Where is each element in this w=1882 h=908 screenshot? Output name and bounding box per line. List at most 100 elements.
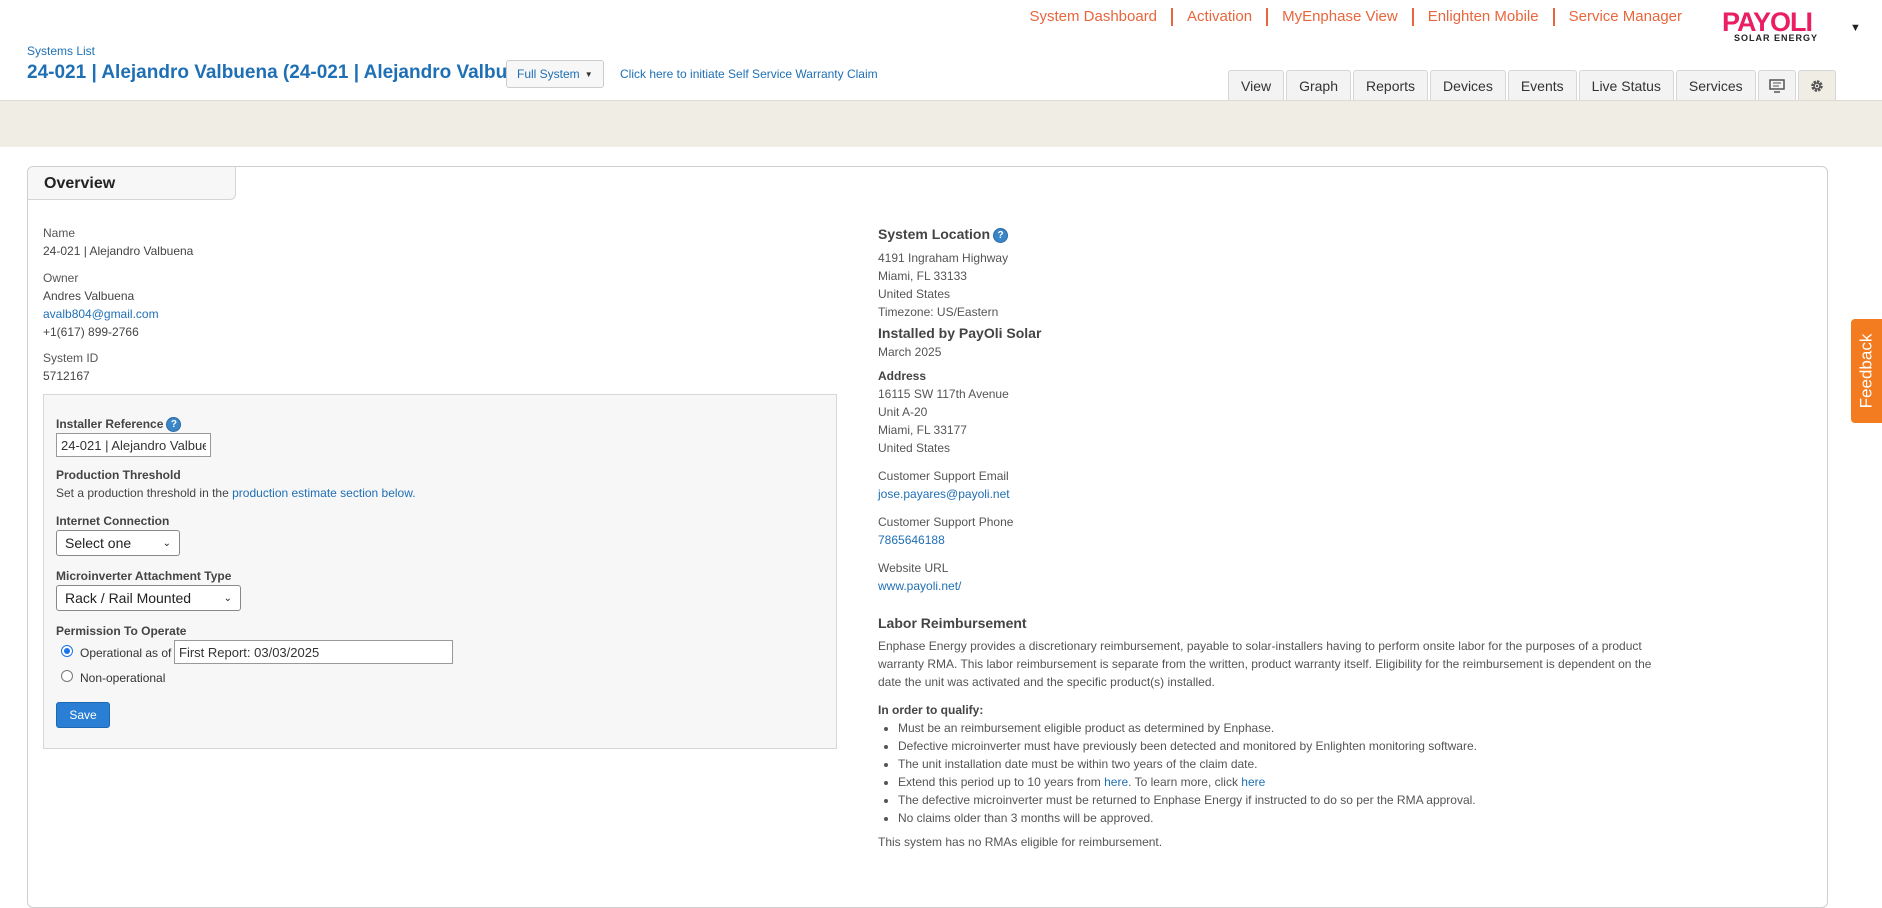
tab-events[interactable]: Events xyxy=(1507,70,1577,101)
list-item: The unit installation date must be withi… xyxy=(898,755,1668,773)
overview-tab: Overview xyxy=(28,167,236,200)
extend-middle: . To learn more, click xyxy=(1128,774,1242,789)
nav-myenphase-view[interactable]: MyEnphase View xyxy=(1266,8,1412,26)
permission-to-operate-label: Permission To Operate xyxy=(56,624,187,638)
support-email-link[interactable]: jose.payares@payoli.net xyxy=(878,487,1010,501)
tab-monitor[interactable] xyxy=(1757,70,1796,101)
support-email-label: Customer Support Email xyxy=(878,468,1009,483)
support-phone-link[interactable]: 7865646188 xyxy=(878,533,945,547)
operational-date-input[interactable] xyxy=(174,640,453,664)
tab-services[interactable]: Services xyxy=(1675,70,1756,101)
system-id-label: System ID xyxy=(43,351,99,365)
installer-heading: Installed by PayOli Solar xyxy=(878,324,1042,341)
production-threshold-desc: Set a production threshold in the xyxy=(56,486,229,500)
tab-view[interactable]: View xyxy=(1228,70,1285,101)
no-rma-text: This system has no RMAs eligible for rei… xyxy=(878,834,1163,849)
installer-address-line3: Miami, FL 33177 xyxy=(878,422,967,437)
logo-subtext: SOLAR ENERGY xyxy=(1734,33,1819,43)
tab-devices[interactable]: Devices xyxy=(1430,70,1506,101)
location-line3: United States xyxy=(878,286,951,301)
installer-date: March 2025 xyxy=(878,344,942,359)
location-line2: Miami, FL 33133 xyxy=(878,268,967,283)
payoli-logo[interactable]: PAYOLI SOLAR ENERGY xyxy=(1722,7,1840,44)
qualify-label: In order to qualify: xyxy=(878,702,984,717)
extend-here-link[interactable]: here xyxy=(1104,775,1128,789)
location-line1: 4191 Ingraham Highway xyxy=(878,250,1009,265)
owner-name: Andres Valbuena xyxy=(43,289,135,303)
non-operational-label: Non-operational xyxy=(80,671,166,685)
tab-graph[interactable]: Graph xyxy=(1286,70,1352,101)
chevron-down-icon: ⌄ xyxy=(223,592,232,604)
tab-bar: View Graph Reports Devices Events Live S… xyxy=(1228,70,1838,101)
help-icon[interactable]: ? xyxy=(993,227,1009,243)
support-phone-label: Customer Support Phone xyxy=(878,514,1014,529)
system-details: System Location? 4191 Ingraham Highway M… xyxy=(878,226,1668,851)
caret-down-icon[interactable]: ▼ xyxy=(1850,22,1861,34)
non-operational-radio[interactable] xyxy=(61,670,73,682)
full-system-dropdown[interactable]: Full System ▼ xyxy=(506,60,604,88)
operational-radio[interactable] xyxy=(61,645,73,657)
tab-settings[interactable] xyxy=(1797,70,1836,101)
owner-label: Owner xyxy=(43,271,79,285)
chevron-down-icon: ⌄ xyxy=(162,537,171,549)
installer-address-line4: United States xyxy=(878,440,951,455)
installer-address-label: Address xyxy=(878,368,927,383)
system-info: Name 24-021 | Alejandro Valbuena Owner A… xyxy=(43,224,193,385)
owner-phone: +1(617) 899-2766 xyxy=(43,325,139,339)
operational-label: Operational as of xyxy=(80,646,172,660)
page-title: 24-021 | Alejandro Valbuena (24-021 | Al… xyxy=(27,62,547,83)
location-timezone: Timezone: US/Eastern xyxy=(878,304,999,319)
logo-text: PAYOLI xyxy=(1722,7,1813,37)
attachment-type-select[interactable]: Rack / Rail Mounted ⌄ xyxy=(56,585,241,611)
gear-icon xyxy=(1810,80,1823,92)
monitor-icon xyxy=(1768,79,1785,93)
production-threshold-label: Production Threshold xyxy=(56,468,181,482)
installer-reference-label: Installer Reference? xyxy=(56,417,182,433)
installer-address-line1: 16115 SW 117th Avenue xyxy=(878,386,1009,401)
attachment-type-label: Microinverter Attachment Type xyxy=(56,569,232,583)
list-item: Must be an reimbursement eligible produc… xyxy=(898,719,1668,737)
extend-prefix: Extend this period up to 10 years from xyxy=(898,774,1105,789)
nav-enlighten-mobile[interactable]: Enlighten Mobile xyxy=(1411,8,1553,26)
owner-email[interactable]: avalb804@gmail.com xyxy=(43,307,159,321)
installer-reference-text: Installer Reference xyxy=(56,417,164,431)
list-item: No claims older than 3 months will be ap… xyxy=(898,809,1668,827)
warranty-claim-link[interactable]: Click here to initiate Self Service Warr… xyxy=(620,67,878,81)
feedback-button[interactable]: Feedback xyxy=(1851,319,1882,423)
internet-connection-select[interactable]: Select one ⌄ xyxy=(56,530,180,556)
full-system-label: Full System xyxy=(517,67,580,81)
website-label: Website URL xyxy=(878,560,949,575)
list-item: Defective microinverter must have previo… xyxy=(898,737,1668,755)
internet-connection-value: Select one xyxy=(65,535,132,551)
nav-service-manager[interactable]: Service Manager xyxy=(1552,8,1696,26)
name-value: 24-021 | Alejandro Valbuena xyxy=(43,244,194,258)
system-location-title: System Location xyxy=(878,226,991,242)
feedback-label: Feedback xyxy=(1856,333,1876,409)
list-item: Extend this period up to 10 years from h… xyxy=(898,773,1668,791)
breadcrumb-systems-list[interactable]: Systems List xyxy=(27,44,95,58)
qualify-list: Must be an reimbursement eligible produc… xyxy=(878,719,1668,827)
nav-system-dashboard[interactable]: System Dashboard xyxy=(1015,8,1171,26)
website-link[interactable]: www.payoli.net/ xyxy=(878,579,961,593)
toolbar-band xyxy=(0,100,1882,147)
tab-reports[interactable]: Reports xyxy=(1353,70,1429,101)
save-button[interactable]: Save xyxy=(56,702,110,728)
learn-more-here-link[interactable]: here xyxy=(1241,775,1265,789)
caret-down-icon: ▼ xyxy=(584,69,593,79)
list-item: The defective microinverter must be retu… xyxy=(898,791,1668,809)
tab-live-status[interactable]: Live Status xyxy=(1578,70,1674,101)
labor-paragraph: Enphase Energy provides a discretionary … xyxy=(878,638,1652,689)
system-id-value: 5712167 xyxy=(43,369,90,383)
labor-reimbursement-heading: Labor Reimbursement xyxy=(878,614,1027,631)
installer-address-line2: Unit A-20 xyxy=(878,404,928,419)
production-threshold-text: Set a production threshold in the produc… xyxy=(56,486,416,500)
system-location-heading: System Location? xyxy=(878,226,1668,243)
help-icon[interactable]: ? xyxy=(166,417,182,433)
internet-connection-label: Internet Connection xyxy=(56,514,170,528)
production-estimate-link[interactable]: production estimate section below. xyxy=(232,486,415,500)
name-label: Name xyxy=(43,226,76,240)
installer-reference-input[interactable] xyxy=(56,433,211,457)
top-nav: System Dashboard Activation MyEnphase Vi… xyxy=(1015,8,1696,26)
attachment-type-value: Rack / Rail Mounted xyxy=(65,590,192,606)
nav-activation[interactable]: Activation xyxy=(1171,8,1266,26)
